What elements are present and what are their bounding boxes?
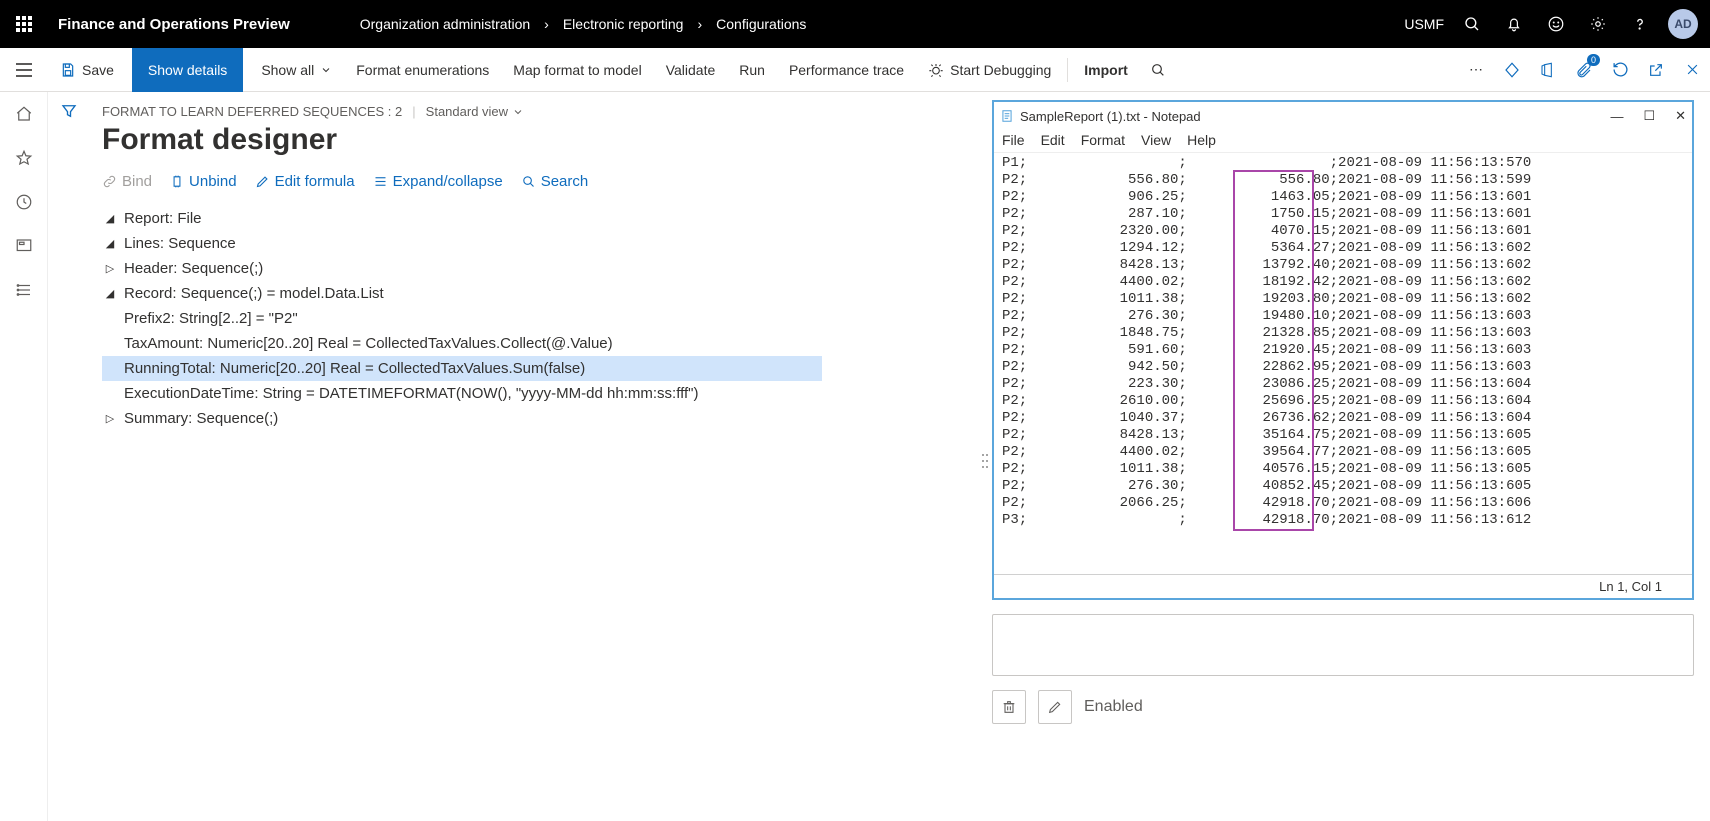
breadcrumb-item[interactable]: Organization administration — [360, 16, 530, 32]
expand-icon[interactable]: ▷ — [102, 261, 118, 277]
highlight-box — [1233, 170, 1314, 531]
maximize-icon[interactable]: ☐ — [1643, 108, 1655, 124]
expand-collapse-button[interactable]: Expand/collapse — [373, 173, 503, 190]
modules-icon[interactable] — [5, 274, 43, 306]
show-details-label: Show details — [148, 62, 227, 78]
breadcrumb-item[interactable]: Configurations — [716, 16, 806, 32]
collapse-icon[interactable]: ◢ — [102, 211, 118, 227]
notepad-title: SampleReport (1).txt - Notepad — [1020, 109, 1201, 124]
menu-view[interactable]: View — [1141, 132, 1171, 148]
search-action-icon[interactable] — [1140, 48, 1176, 92]
app-title: Finance and Operations Preview — [48, 16, 310, 33]
breadcrumb: Organization administration › Electronic… — [310, 16, 807, 32]
tree-node-runningtotal[interactable]: ·RunningTotal: Numeric[20..20] Real = Co… — [102, 356, 822, 381]
tree-node-taxamount[interactable]: ·TaxAmount: Numeric[20..20] Real = Colle… — [102, 331, 822, 356]
tree-node-summary[interactable]: ▷Summary: Sequence(;) — [102, 406, 822, 431]
diamond-icon[interactable] — [1494, 48, 1530, 92]
chevron-down-icon — [320, 64, 332, 76]
tree-node-report[interactable]: ◢Report: File — [102, 206, 822, 231]
map-format-button[interactable]: Map format to model — [501, 48, 653, 92]
save-button[interactable]: Save — [48, 48, 126, 92]
separator — [1067, 58, 1068, 82]
attachments-badge: 0 — [1587, 54, 1600, 66]
notepad-window: SampleReport (1).txt - Notepad — ☐ ✕ Fil… — [992, 100, 1694, 600]
show-all-button[interactable]: Show all — [249, 48, 344, 92]
import-button[interactable]: Import — [1072, 48, 1140, 92]
edit-formula-button[interactable]: Edit formula — [255, 173, 355, 190]
delete-button[interactable] — [992, 690, 1026, 724]
filter-icon[interactable] — [60, 102, 78, 821]
page-title: Format designer — [102, 119, 978, 167]
more-icon[interactable]: ⋯ — [1458, 48, 1494, 92]
search-tree-button[interactable]: Search — [521, 173, 589, 190]
edit-button[interactable] — [1038, 690, 1072, 724]
page-caption: FORMAT TO LEARN DEFERRED SEQUENCES : 2 — [102, 104, 402, 119]
app-launcher-icon[interactable] — [0, 0, 48, 48]
splitter-handle[interactable] — [978, 100, 992, 821]
notepad-body[interactable]: P1; ; ;2021-08-09 11:56:13:570 P2; 556.8… — [994, 153, 1692, 574]
close-icon[interactable] — [1674, 48, 1710, 92]
refresh-icon[interactable] — [1602, 48, 1638, 92]
performance-trace-button[interactable]: Performance trace — [777, 48, 916, 92]
workspace-icon[interactable] — [5, 230, 43, 262]
recent-icon[interactable] — [5, 186, 43, 218]
start-debugging-button[interactable]: Start Debugging — [916, 48, 1063, 92]
tree-node-header[interactable]: ▷Header: Sequence(;) — [102, 256, 822, 281]
tree-node-prefix2[interactable]: ·Prefix2: String[2..2] = "P2" — [102, 306, 822, 331]
company-code[interactable]: USMF — [1398, 16, 1450, 32]
collapse-icon[interactable]: ◢ — [102, 286, 118, 302]
gear-icon[interactable] — [1578, 0, 1618, 48]
description-textarea[interactable] — [992, 614, 1694, 676]
global-header: Finance and Operations Preview Organizat… — [0, 0, 1710, 48]
format-tree: ◢Report: File ◢Lines: Sequence ▷Header: … — [102, 202, 822, 431]
enabled-label: Enabled — [1084, 698, 1143, 716]
breadcrumb-item[interactable]: Electronic reporting — [563, 16, 684, 32]
standard-view-button[interactable]: Standard view — [426, 104, 524, 119]
collapse-icon[interactable]: ◢ — [102, 236, 118, 252]
run-button[interactable]: Run — [727, 48, 777, 92]
home-icon[interactable] — [5, 98, 43, 130]
action-bar: Save Show details Show all Format enumer… — [0, 48, 1710, 92]
bind-button[interactable]: Bind — [102, 173, 152, 190]
expand-icon[interactable]: ▷ — [102, 411, 118, 427]
notepad-icon — [1000, 109, 1014, 123]
menu-edit[interactable]: Edit — [1041, 132, 1065, 148]
chevron-right-icon: › — [697, 16, 702, 32]
help-icon[interactable] — [1620, 0, 1660, 48]
tree-node-record[interactable]: ◢Record: Sequence(;) = model.Data.List — [102, 281, 822, 306]
chevron-right-icon: › — [544, 16, 549, 32]
status-position: Ln 1, Col 1 — [1599, 579, 1662, 594]
smile-icon[interactable] — [1536, 0, 1576, 48]
bell-icon[interactable] — [1494, 0, 1534, 48]
star-icon[interactable] — [5, 142, 43, 174]
format-enumerations-button[interactable]: Format enumerations — [344, 48, 501, 92]
save-label: Save — [82, 62, 114, 78]
show-details-button[interactable]: Show details — [132, 48, 243, 92]
designer-pane: FORMAT TO LEARN DEFERRED SEQUENCES : 2 |… — [90, 100, 978, 821]
tree-node-lines[interactable]: ◢Lines: Sequence — [102, 231, 822, 256]
attachments-icon[interactable]: 0 — [1566, 48, 1602, 92]
show-all-label: Show all — [261, 62, 314, 78]
menu-icon[interactable] — [0, 48, 48, 92]
tree-node-executiondatetime[interactable]: ·ExecutionDateTime: String = DATETIMEFOR… — [102, 381, 822, 406]
notepad-menu: File Edit Format View Help — [994, 130, 1692, 153]
details-pane: SampleReport (1).txt - Notepad — ☐ ✕ Fil… — [992, 100, 1710, 821]
unbind-button[interactable]: Unbind — [170, 173, 237, 190]
validate-button[interactable]: Validate — [654, 48, 728, 92]
menu-format[interactable]: Format — [1081, 132, 1125, 148]
left-rail — [0, 92, 48, 821]
office-icon[interactable] — [1530, 48, 1566, 92]
menu-help[interactable]: Help — [1187, 132, 1216, 148]
avatar[interactable]: AD — [1668, 9, 1698, 39]
popout-icon[interactable] — [1638, 48, 1674, 92]
search-icon[interactable] — [1452, 0, 1492, 48]
designer-toolbar: Bind Unbind Edit formula Expand/collapse — [102, 167, 978, 202]
minimize-icon[interactable]: — — [1610, 109, 1623, 124]
close-window-icon[interactable]: ✕ — [1675, 108, 1686, 124]
notepad-status-bar: Ln 1, Col 1 — [994, 574, 1692, 598]
menu-file[interactable]: File — [1002, 132, 1025, 148]
